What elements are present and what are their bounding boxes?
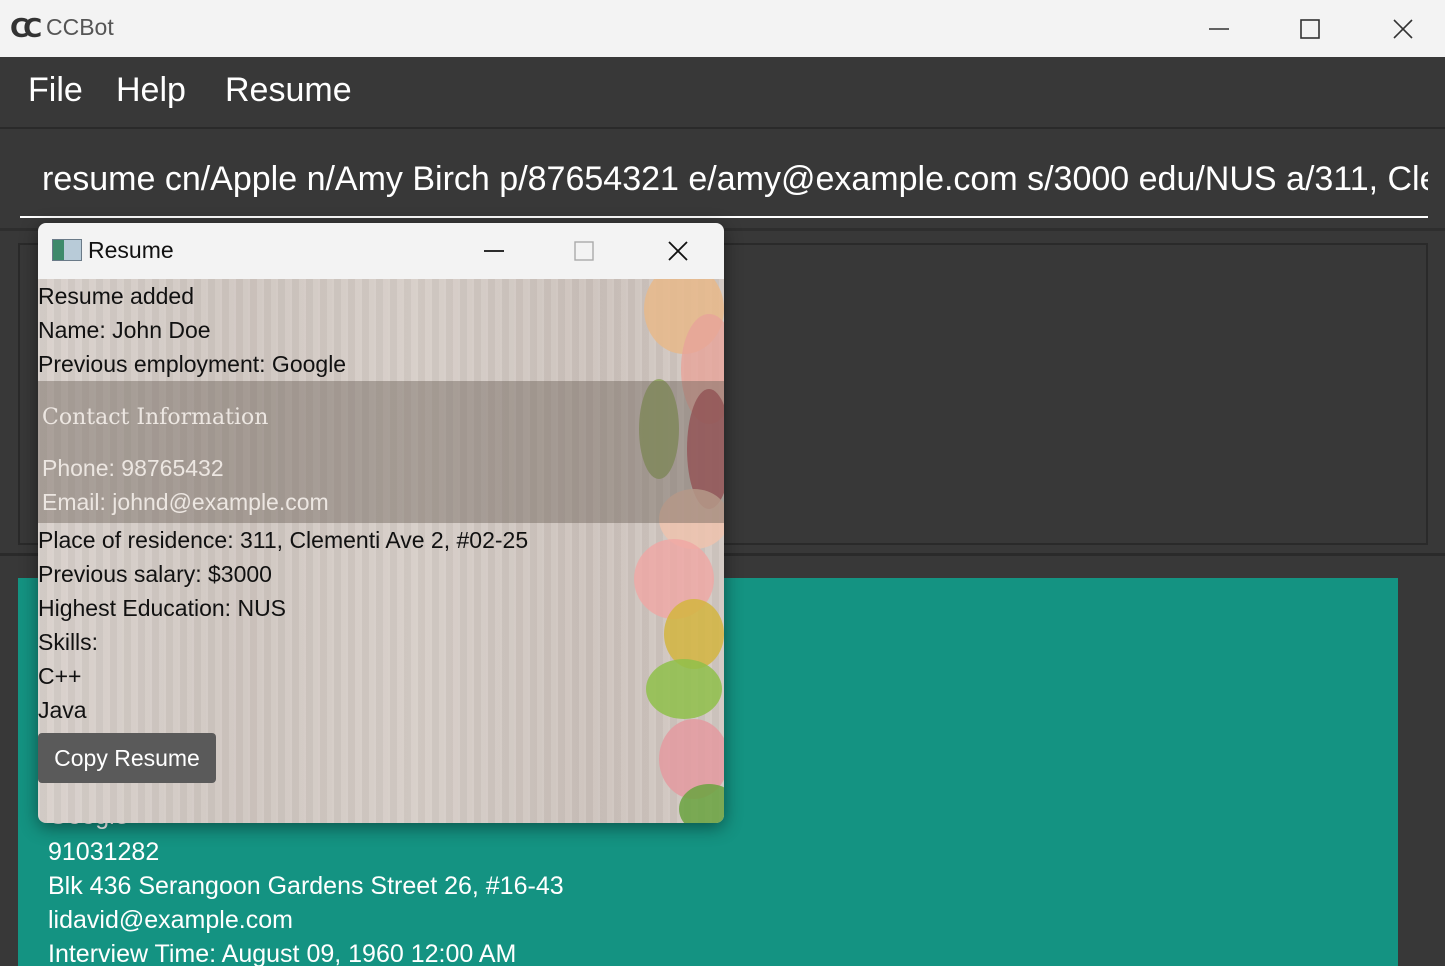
close-button[interactable] xyxy=(1357,0,1445,57)
contact-heading: Contact Information xyxy=(42,405,269,430)
contact-section: Contact Information Phone: 98765432 Emai… xyxy=(38,381,724,523)
card-phone: 91031282 xyxy=(48,838,160,866)
residence-line: Place of residence: 311, Clementi Ave 2,… xyxy=(38,527,529,553)
menu-file[interactable]: File xyxy=(28,71,83,110)
popup-title: Resume xyxy=(88,237,174,263)
status-line: Resume added xyxy=(38,283,194,309)
contact-phone: Phone: 98765432 xyxy=(42,455,224,481)
minimize-icon xyxy=(1209,27,1229,30)
popup-close-button[interactable] xyxy=(632,223,724,279)
minimize-button[interactable] xyxy=(1173,0,1265,57)
previous-employment-line: Previous employment: Google xyxy=(38,351,347,377)
popup-titlebar: Resume xyxy=(38,223,724,279)
window-icon xyxy=(52,239,82,261)
education-line: Highest Education: NUS xyxy=(38,595,287,621)
maximize-button[interactable] xyxy=(1264,0,1356,57)
maximize-icon xyxy=(574,241,594,261)
popup-minimize-button[interactable] xyxy=(448,223,540,279)
salary-line: Previous salary: $3000 xyxy=(38,561,272,587)
card-email: lidavid@example.com xyxy=(48,906,293,934)
resume-body: Resume added Name: John Doe Previous emp… xyxy=(38,279,724,823)
contact-email: Email: johnd@example.com xyxy=(42,489,329,515)
menu-help[interactable]: Help xyxy=(116,71,186,110)
command-area: resume cn/Apple n/Amy Birch p/87654321 e… xyxy=(0,131,1445,231)
autumn-leaves-decoration xyxy=(634,279,724,823)
copy-resume-button[interactable]: Copy Resume xyxy=(38,733,216,783)
menu-resume[interactable]: Resume xyxy=(225,71,352,110)
skills-heading: Skills: xyxy=(38,629,99,655)
card-address: Blk 436 Serangoon Gardens Street 26, #16… xyxy=(48,872,564,900)
close-icon xyxy=(1393,18,1413,39)
app-logo-icon: CC xyxy=(10,14,42,44)
name-line: Name: John Doe xyxy=(38,317,211,343)
skill-item: Java xyxy=(38,697,87,723)
popup-maximize-button[interactable] xyxy=(538,223,630,279)
minimize-icon xyxy=(484,250,504,252)
resume-popup-window: Resume Resume added Name: John Doe Previ… xyxy=(38,223,724,823)
main-titlebar: CC CCBot xyxy=(0,0,1445,57)
skill-item: C++ xyxy=(38,663,82,689)
card-interview-time: Interview Time: August 09, 1960 12:00 AM xyxy=(48,940,517,966)
app-title: CCBot xyxy=(46,14,114,40)
command-input[interactable]: resume cn/Apple n/Amy Birch p/87654321 e… xyxy=(20,143,1428,218)
close-icon xyxy=(668,241,688,261)
menu-bar: File Help Resume xyxy=(0,57,1445,129)
maximize-icon xyxy=(1300,18,1320,39)
